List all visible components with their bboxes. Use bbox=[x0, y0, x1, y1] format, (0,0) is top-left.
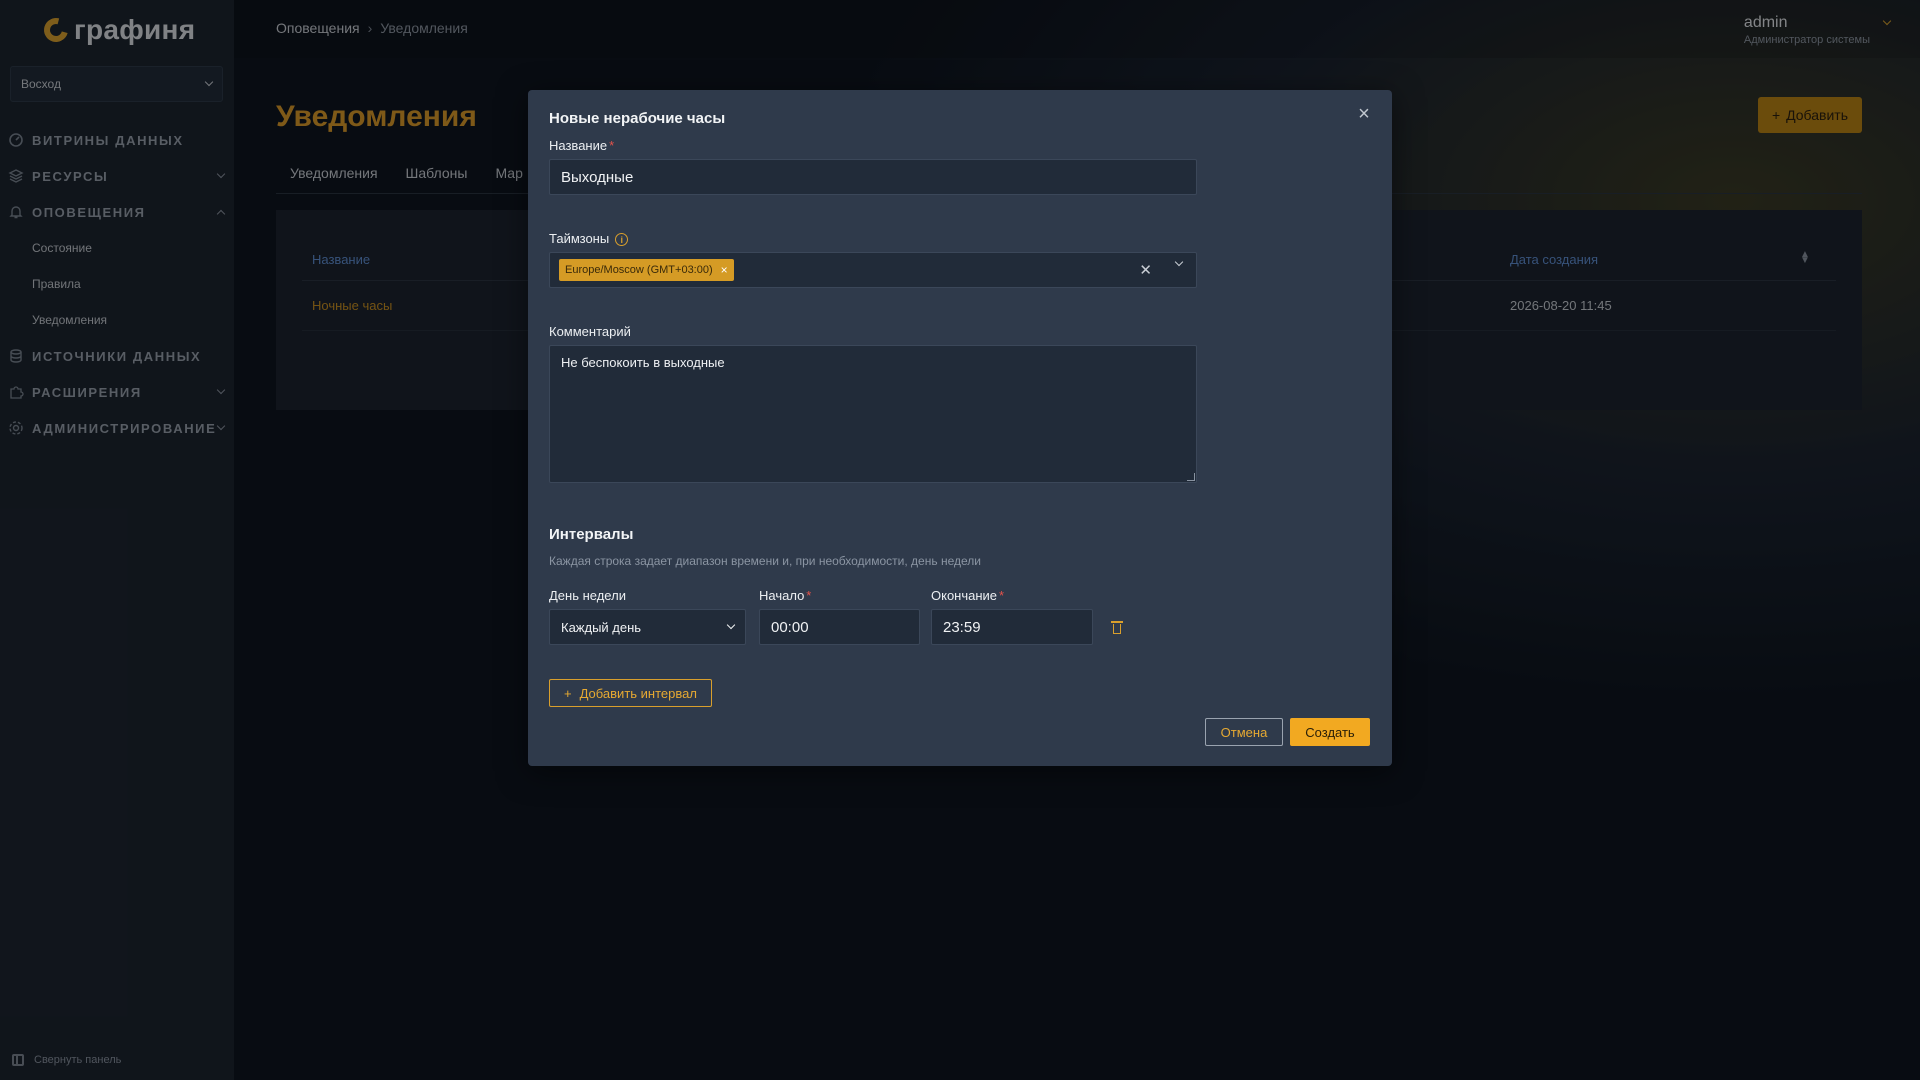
intervals-hint: Каждая строка задает диапазон времени и,… bbox=[549, 554, 981, 568]
start-label-text: Начало bbox=[759, 588, 805, 603]
end-label: Окончание * bbox=[931, 588, 1004, 603]
chevron-down-icon bbox=[726, 620, 736, 630]
required-marker: * bbox=[999, 588, 1005, 603]
name-label: Название * bbox=[549, 138, 614, 153]
add-interval-label: Добавить интервал bbox=[579, 685, 697, 701]
tag-remove-icon[interactable]: × bbox=[721, 263, 728, 277]
info-icon[interactable]: i bbox=[615, 233, 629, 247]
chevron-down-icon[interactable] bbox=[1174, 257, 1184, 267]
timezones-label-text: Таймзоны bbox=[549, 231, 610, 246]
add-interval-button[interactable]: + Добавить интервал bbox=[549, 679, 712, 707]
weekday-select[interactable]: Каждый день bbox=[549, 609, 746, 645]
comment-textarea[interactable]: Не беспокоить в выходные bbox=[549, 345, 1197, 483]
timezone-tag: Europe/Moscow (GMT+03:00) × bbox=[559, 259, 734, 281]
resize-handle-icon[interactable] bbox=[1187, 473, 1195, 481]
end-time-input[interactable]: 23:59 bbox=[931, 609, 1093, 645]
start-time-input[interactable]: 00:00 bbox=[759, 609, 920, 645]
clear-icon[interactable]: ✕ bbox=[1139, 261, 1152, 279]
close-icon[interactable]: × bbox=[1356, 104, 1372, 124]
required-marker: * bbox=[609, 138, 615, 153]
name-label-text: Название bbox=[549, 138, 608, 153]
timezones-label: Таймзоны i bbox=[549, 231, 629, 247]
modal-title: Новые нерабочие часы bbox=[549, 110, 726, 127]
required-marker: * bbox=[806, 588, 812, 603]
trash-icon-bin bbox=[1113, 624, 1121, 634]
plus-icon: + bbox=[564, 685, 572, 701]
new-mute-timing-modal: Новые нерабочие часы × Название * Выходны… bbox=[528, 90, 1392, 766]
trash-icon[interactable] bbox=[1111, 621, 1123, 635]
end-time-value: 23:59 bbox=[943, 618, 981, 636]
name-input-value: Выходные bbox=[561, 168, 634, 186]
intervals-title: Интервалы bbox=[549, 526, 634, 543]
comment-value: Не беспокоить в выходные bbox=[561, 355, 725, 370]
timezone-tag-label: Europe/Moscow (GMT+03:00) bbox=[565, 264, 713, 276]
weekday-select-value: Каждый день bbox=[561, 619, 642, 635]
create-button[interactable]: Создать bbox=[1290, 718, 1370, 746]
comment-label: Комментарий bbox=[549, 324, 631, 339]
start-time-value: 00:00 bbox=[771, 618, 809, 636]
cancel-button[interactable]: Отмена bbox=[1205, 718, 1283, 746]
end-label-text: Окончание bbox=[931, 588, 998, 603]
weekday-label: День недели bbox=[549, 588, 626, 603]
trash-icon-lid bbox=[1111, 621, 1123, 623]
name-input[interactable]: Выходные bbox=[549, 159, 1197, 195]
timezones-multiselect[interactable]: Europe/Moscow (GMT+03:00) × ✕ bbox=[549, 252, 1197, 288]
start-label: Начало * bbox=[759, 588, 811, 603]
